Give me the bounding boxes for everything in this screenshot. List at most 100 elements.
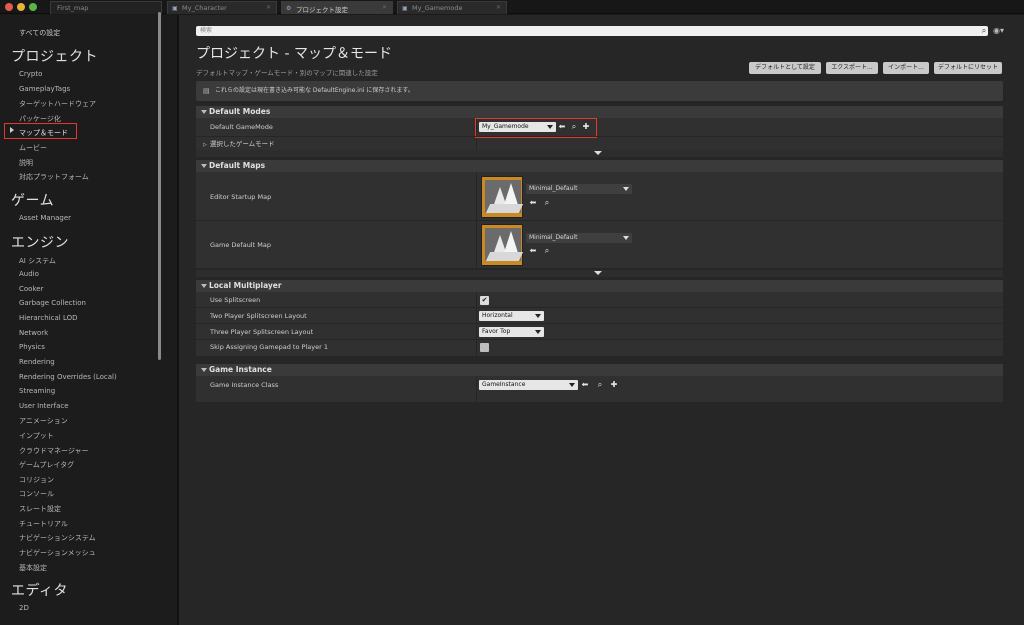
skip-gamepad-checkbox[interactable] — [480, 343, 489, 352]
map-thumbnail[interactable] — [481, 224, 524, 266]
sidebar-item-general-settings[interactable]: 基本設定 — [19, 563, 47, 573]
sidebar-item-maps-modes[interactable]: マップ＆モード — [19, 128, 68, 138]
editor-startup-map-select[interactable]: Minimal_Default — [526, 184, 632, 194]
import-button[interactable]: インポート... — [883, 62, 929, 74]
search-input[interactable]: 検索 — [196, 26, 988, 36]
reset-to-default-button[interactable]: デフォルトにリセット — [934, 62, 1002, 74]
section-header-default-maps[interactable]: Default Maps — [196, 160, 1003, 172]
sidebar-item-cooker[interactable]: Cooker — [19, 285, 43, 293]
browse-search-icon[interactable]: ⌕ — [542, 246, 552, 256]
browse-search-icon[interactable]: ⌕ — [595, 380, 605, 390]
expand-arrow-icon: ▷ — [203, 142, 207, 148]
two-player-layout-label: Two Player Splitscreen Layout — [210, 312, 307, 320]
selected-gamemode-row[interactable]: ▷ 選択したゲームモード — [203, 138, 275, 148]
export-button[interactable]: エクスポート... — [826, 62, 878, 74]
sidebar-item-cloud-manager[interactable]: クラウドマネージャー — [19, 446, 89, 456]
set-as-default-button[interactable]: デフォルトとして設定 — [749, 62, 821, 74]
close-icon[interactable]: ✕ — [382, 4, 387, 11]
sidebar-item-animation[interactable]: アニメーション — [19, 416, 68, 426]
map-thumbnail[interactable] — [481, 176, 524, 218]
browse-search-icon[interactable]: ⌕ — [542, 198, 552, 208]
game-instance-class-label: Game Instance Class — [210, 381, 279, 389]
selected-value: Minimal_Default — [529, 185, 578, 192]
chevron-down-icon — [594, 271, 602, 275]
section-header-game-instance[interactable]: Game Instance — [196, 364, 1003, 376]
advanced-expander[interactable] — [196, 270, 1003, 277]
sidebar-item-audio[interactable]: Audio — [19, 270, 39, 278]
sidebar-item-garbage-collection[interactable]: Garbage Collection — [19, 299, 86, 307]
game-instance-class-select[interactable]: GameInstance — [479, 380, 578, 390]
sidebar-item-asset-manager[interactable]: Asset Manager — [19, 214, 71, 222]
sidebar-item-gameplaytags[interactable]: GameplayTags — [19, 85, 70, 93]
tab-my-gamemode[interactable]: ▣ My_Gamemode ✕ — [397, 1, 507, 14]
sidebar-item-hierarchical-lod[interactable]: Hierarchical LOD — [19, 314, 78, 322]
sidebar-item-physics[interactable]: Physics — [19, 343, 45, 351]
use-selected-arrow-icon[interactable]: ⬅ — [528, 198, 538, 208]
sidebar-item-2d[interactable]: 2D — [19, 604, 29, 612]
sidebar-item-tutorial[interactable]: チュートリアル — [19, 519, 68, 529]
sidebar-item-rendering[interactable]: Rendering — [19, 358, 55, 366]
section-title: Game Instance — [209, 365, 272, 374]
tab-project-settings[interactable]: ⚙ プロジェクト設定 ✕ — [281, 1, 393, 14]
use-selected-arrow-icon[interactable]: ⬅ — [580, 380, 590, 390]
collapse-arrow-icon — [201, 284, 207, 288]
chevron-down-icon — [623, 187, 629, 191]
row-divider — [196, 323, 1003, 324]
column-divider[interactable] — [476, 376, 477, 402]
tab-first-map[interactable]: First_map — [50, 1, 162, 14]
eye-icon[interactable]: ◉▾ — [993, 27, 1007, 35]
column-divider[interactable] — [476, 292, 477, 356]
game-default-map-label: Game Default Map — [210, 241, 271, 249]
sidebar-item-navigation-mesh[interactable]: ナビゲーションメッシュ — [19, 548, 96, 558]
close-icon[interactable]: ✕ — [266, 4, 271, 11]
three-player-layout-select[interactable]: Favor Top — [479, 327, 544, 337]
sidebar-item-ai-system[interactable]: AI システム — [19, 256, 56, 266]
sidebar-item-all-settings[interactable]: すべての設定 — [19, 28, 60, 38]
use-splitscreen-checkbox[interactable]: ✔ — [480, 296, 489, 305]
sidebar-scrollbar[interactable] — [158, 12, 161, 360]
sidebar-item-network[interactable]: Network — [19, 329, 48, 337]
maximize-window-button[interactable] — [29, 3, 37, 11]
minimize-window-button[interactable] — [17, 3, 25, 11]
selected-arrow-icon — [10, 127, 14, 133]
search-icon[interactable]: ⌕ — [979, 26, 989, 36]
section-title: Local Multiplayer — [209, 281, 282, 290]
row-divider — [196, 136, 1003, 137]
tab-label: プロジェクト設定 — [296, 6, 348, 14]
sidebar-item-movies[interactable]: ムービー — [19, 143, 47, 153]
sidebar-item-description[interactable]: 説明 — [19, 158, 33, 168]
selected-value: Favor Top — [482, 328, 511, 335]
chevron-down-icon — [594, 151, 602, 155]
game-default-map-select[interactable]: Minimal_Default — [526, 233, 632, 243]
sidebar-item-navigation-system[interactable]: ナビゲーションシステム — [19, 533, 96, 543]
two-player-layout-select[interactable]: Horizontal — [479, 311, 544, 321]
section-header-default-modes[interactable]: Default Modes — [196, 106, 1003, 118]
use-selected-arrow-icon[interactable]: ⬅ — [528, 246, 538, 256]
window-tab-bar: First_map ▣ My_Character ✕ ⚙ プロジェクト設定 ✕ ▣ My_… — [0, 0, 1024, 14]
sidebar-item-rendering-overrides[interactable]: Rendering Overrides (Local) — [19, 373, 117, 381]
chevron-down-icon — [535, 314, 541, 318]
sidebar-item-target-hardware[interactable]: ターゲットハードウェア — [19, 99, 96, 109]
sidebar-item-gameplay-tags-ja[interactable]: ゲームプレイタグ — [19, 460, 74, 470]
section-title: Default Modes — [209, 107, 271, 116]
tab-label: My_Gamemode — [412, 4, 463, 12]
advanced-expander[interactable] — [196, 150, 1003, 157]
sidebar-item-crypto[interactable]: Crypto — [19, 70, 42, 78]
sidebar-item-console[interactable]: コンソール — [19, 489, 54, 499]
sidebar-category-engine: エンジン — [11, 235, 69, 251]
sidebar-item-streaming[interactable]: Streaming — [19, 387, 55, 395]
skip-gamepad-label: Skip Assigning Gamepad to Player 1 — [210, 343, 328, 351]
sidebar-item-input[interactable]: インプット — [19, 431, 54, 441]
close-window-button[interactable] — [5, 3, 13, 11]
use-splitscreen-label: Use Splitscreen — [210, 296, 261, 304]
row-divider — [196, 307, 1003, 308]
sidebar-item-user-interface[interactable]: User Interface — [19, 402, 69, 410]
sidebar-item-supported-platforms[interactable]: 対応プラットフォーム — [19, 172, 89, 182]
close-icon[interactable]: ✕ — [496, 4, 501, 11]
add-icon[interactable]: ✚ — [609, 380, 619, 390]
sidebar-item-slate-settings[interactable]: スレート設定 — [19, 504, 61, 514]
sidebar-item-collision[interactable]: コリジョン — [19, 475, 54, 485]
section-header-local-multiplayer[interactable]: Local Multiplayer — [196, 280, 1003, 292]
tab-my-character[interactable]: ▣ My_Character ✕ — [167, 1, 277, 14]
page-title: プロジェクト - マップ＆モード — [196, 46, 392, 62]
